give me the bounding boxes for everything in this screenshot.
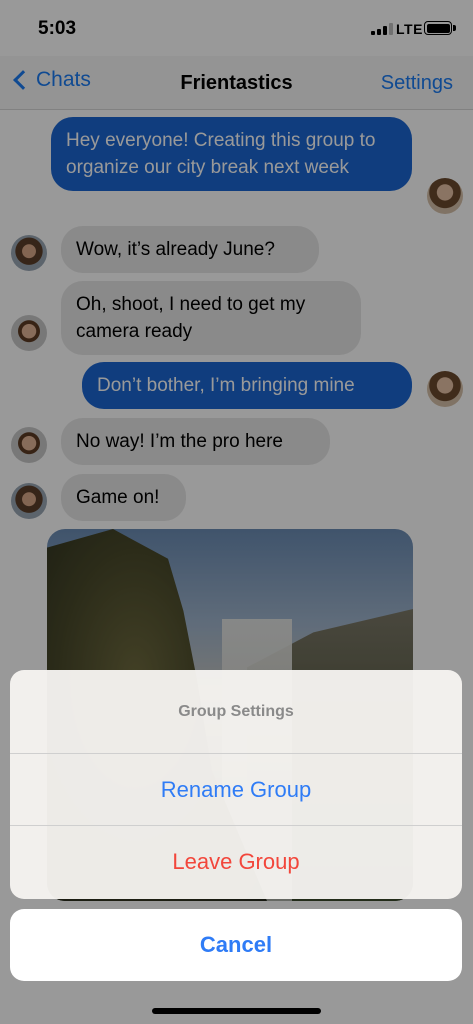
action-sheet-title: Group Settings [10, 670, 462, 754]
home-indicator[interactable] [152, 1008, 321, 1014]
leave-group-button[interactable]: Leave Group [10, 826, 462, 898]
chat-screen: 5:03 LTE Chats Frientastics Settings Hey… [0, 0, 473, 1024]
cancel-button[interactable]: Cancel [10, 909, 462, 981]
action-sheet: Group Settings Rename Group Leave Group [10, 670, 462, 899]
rename-group-button[interactable]: Rename Group [10, 754, 462, 826]
